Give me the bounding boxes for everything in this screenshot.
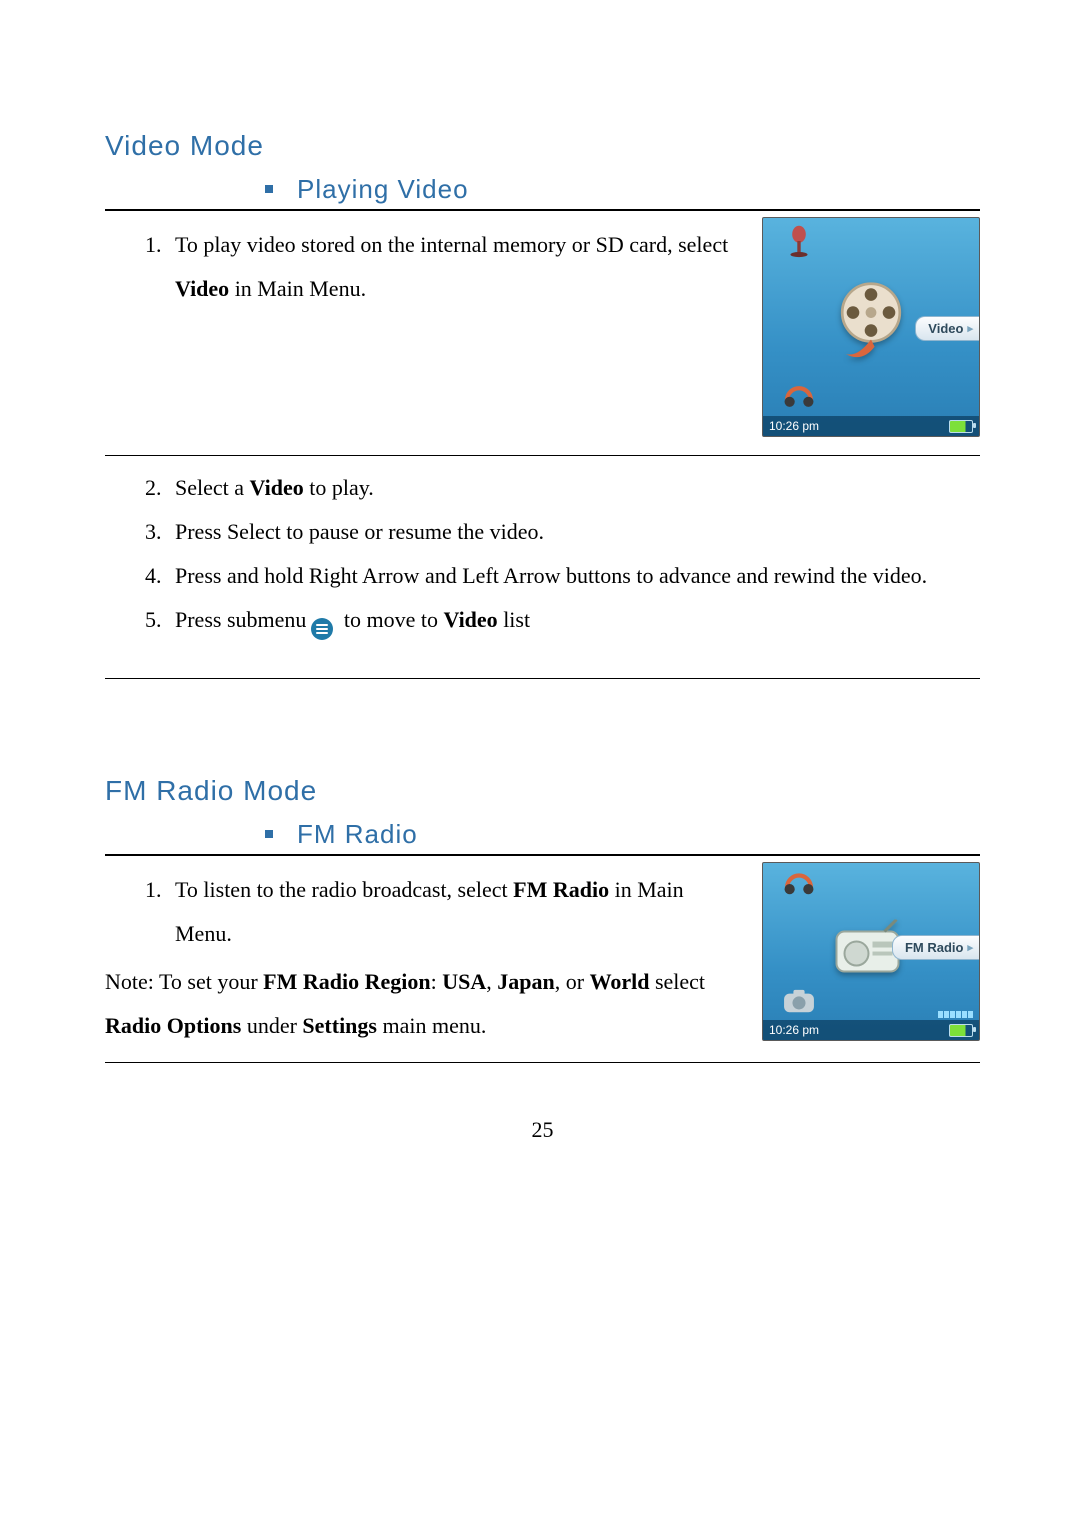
text-bold: World: [590, 969, 650, 994]
video-step-5: Press submenu to move to Video list: [167, 598, 980, 642]
text: to play.: [304, 475, 374, 500]
text: to move to: [338, 607, 443, 632]
text: Press Select to pause or resume the vide…: [175, 519, 544, 544]
text: Select a: [175, 475, 250, 500]
text-bold: Radio Options: [105, 1013, 241, 1038]
device-statusbar: 10:26 pm: [763, 416, 979, 436]
text-bold: Video: [250, 475, 304, 500]
text: Note: To set your: [105, 969, 263, 994]
text: :: [431, 969, 443, 994]
chevron-right-icon: ▸: [967, 322, 973, 335]
text: select: [649, 969, 705, 994]
device-screenshot-fm: FM Radio ▸ 10:26 pm: [762, 862, 980, 1041]
headphones-icon: [779, 378, 819, 412]
bullet-icon: [265, 185, 273, 193]
section-heading-fm: FM Radio Mode: [105, 775, 980, 807]
device-statusbar: 10:26 pm: [763, 1020, 979, 1040]
camera-icon: [779, 988, 819, 1016]
device-time: 10:26 pm: [769, 419, 819, 433]
page-number: 25: [105, 1117, 980, 1143]
chevron-right-icon: ▸: [967, 941, 973, 954]
text-bold: Settings: [302, 1013, 377, 1038]
text-bold: Video: [444, 607, 498, 632]
decor-stripes: [938, 1011, 973, 1018]
sub-heading-row-video: Playing Video: [105, 174, 980, 211]
film-reel-icon: [826, 275, 916, 370]
label-text: Video: [928, 321, 963, 336]
text: main menu.: [377, 1013, 486, 1038]
fm-note: Note: To set your FM Radio Region: USA , …: [105, 960, 742, 1048]
battery-icon: [949, 1024, 973, 1037]
text-bold: FM Radio: [513, 877, 609, 902]
label-text: FM Radio: [905, 940, 964, 955]
battery-icon: [949, 420, 973, 433]
microphone-icon: [779, 224, 819, 258]
device-side-icons: [771, 224, 827, 412]
device-screenshot-video: Video ▸ 10:26 pm: [762, 217, 980, 437]
video-steps-2: Select a Video to play. Press Select to …: [105, 466, 980, 642]
fm-step-1: To listen to the radio broadcast, select…: [167, 868, 742, 956]
video-step-4: Press and hold Right Arrow and Left Arro…: [167, 554, 980, 598]
video-step-2: Select a Video to play.: [167, 466, 980, 510]
video-steps-1: To play video stored on the internal mem…: [105, 223, 742, 311]
text: list: [498, 607, 530, 632]
bullet-icon: [265, 830, 273, 838]
device-label-fm: FM Radio ▸: [892, 935, 979, 960]
text: , or: [555, 969, 590, 994]
text-bold: USA: [442, 969, 486, 994]
video-step1-row: To play video stored on the internal mem…: [105, 217, 980, 456]
text: Press submenu: [175, 607, 306, 632]
text-bold: FM Radio Region: [263, 969, 430, 994]
video-step-1: To play video stored on the internal mem…: [167, 223, 742, 311]
fm-steps: To listen to the radio broadcast, select…: [105, 868, 742, 956]
text: Press and hold Right Arrow and Left Arro…: [175, 563, 927, 588]
text: in Main Menu.: [229, 276, 366, 301]
text: ,: [486, 969, 497, 994]
device-label-video: Video ▸: [915, 316, 979, 341]
video-step-3: Press Select to pause or resume the vide…: [167, 510, 980, 554]
sub-heading-fm: FM Radio: [297, 819, 418, 850]
text-bold: Video: [175, 276, 229, 301]
device-time: 10:26 pm: [769, 1023, 819, 1037]
fm-content-row: To listen to the radio broadcast, select…: [105, 862, 980, 1063]
text-bold: Japan: [497, 969, 554, 994]
section-heading-video: Video Mode: [105, 130, 980, 162]
text: To play video stored on the internal mem…: [175, 232, 728, 257]
sub-heading-row-fm: FM Radio: [105, 819, 980, 856]
headphones-icon: [779, 867, 819, 901]
device-side-icons: [771, 867, 827, 1016]
sub-heading-video: Playing Video: [297, 174, 469, 205]
text: under: [241, 1013, 302, 1038]
submenu-icon: [310, 611, 334, 633]
text: To listen to the radio broadcast, select: [175, 877, 513, 902]
